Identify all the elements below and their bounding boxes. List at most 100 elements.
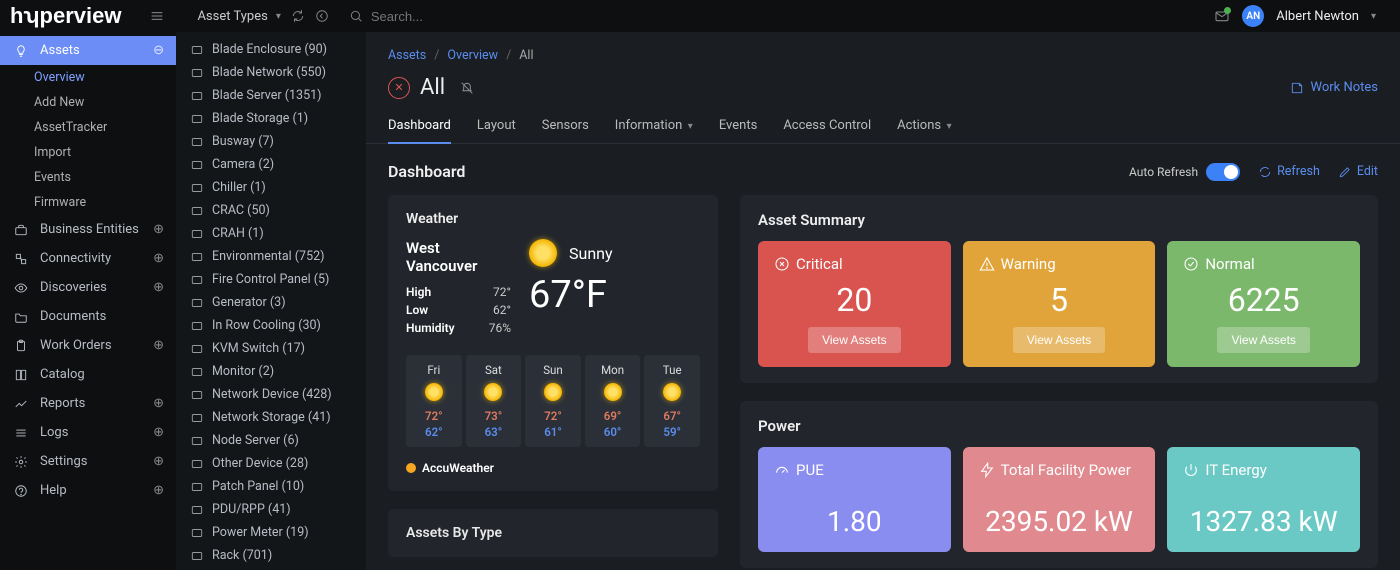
plus-icon[interactable]: ⊕: [153, 280, 164, 295]
nav-discoveries[interactable]: Discoveries⊕: [0, 273, 176, 302]
weather-location: West Vancouver: [406, 239, 511, 275]
asset-type-item[interactable]: Node Server (6): [176, 429, 366, 452]
nav-sub-overview[interactable]: Overview: [0, 65, 176, 90]
avatar[interactable]: AN: [1242, 5, 1264, 27]
asset-type-item[interactable]: Blade Enclosure (90): [176, 38, 366, 61]
asset-type-item[interactable]: CRAH (1): [176, 222, 366, 245]
link-icon: [14, 252, 30, 266]
back-icon[interactable]: [315, 9, 329, 23]
asset-type-item[interactable]: Blade Server (1351): [176, 84, 366, 107]
nav-connectivity[interactable]: Connectivity⊕: [0, 244, 176, 273]
tab-sensors[interactable]: Sensors: [542, 112, 589, 143]
view-normal-button[interactable]: View Assets: [1217, 327, 1309, 353]
view-warning-button[interactable]: View Assets: [1013, 327, 1105, 353]
plus-icon[interactable]: ⊕: [153, 396, 164, 411]
chevron-down-icon: ▾: [276, 11, 281, 22]
book-icon: [14, 368, 30, 382]
forecast-row: Fri72°62°Sat73°63°Sun72°61°Mon69°60°Tue6…: [406, 355, 700, 447]
bell-off-icon[interactable]: [459, 80, 475, 96]
nav-sub-add-new[interactable]: Add New: [0, 90, 176, 115]
asset-type-item[interactable]: Busway (7): [176, 130, 366, 153]
search[interactable]: [349, 9, 1214, 24]
collapse-icon[interactable]: ⊖: [153, 43, 164, 58]
device-icon: [190, 319, 204, 333]
nav-reports[interactable]: Reports⊕: [0, 389, 176, 418]
device-icon: [190, 158, 204, 172]
tab-layout[interactable]: Layout: [477, 112, 516, 143]
view-critical-button[interactable]: View Assets: [808, 327, 900, 353]
eye-icon: [14, 281, 30, 295]
nav-settings[interactable]: Settings⊕: [0, 447, 176, 476]
plus-icon[interactable]: ⊕: [153, 425, 164, 440]
plus-icon[interactable]: ⊕: [153, 483, 164, 498]
asset-type-item[interactable]: Camera (2): [176, 153, 366, 176]
tab-information[interactable]: Information ▾: [615, 112, 693, 143]
tab-access-control[interactable]: Access Control: [783, 112, 871, 143]
nav-assets[interactable]: Assets ⊖: [0, 36, 176, 65]
nav-sub-assettracker[interactable]: AssetTracker: [0, 115, 176, 140]
nav-help[interactable]: Help⊕: [0, 476, 176, 505]
tab-events[interactable]: Events: [719, 112, 757, 143]
device-icon: [190, 526, 204, 540]
plus-icon[interactable]: ⊕: [153, 454, 164, 469]
search-input[interactable]: [371, 9, 671, 24]
asset-type-item[interactable]: Power Meter (19): [176, 521, 366, 544]
asset-type-item[interactable]: PDU/RPP (41): [176, 498, 366, 521]
asset-type-item[interactable]: Network Storage (41): [176, 406, 366, 429]
chevron-down-icon[interactable]: ▾: [1371, 11, 1376, 22]
nav-documents[interactable]: Documents: [0, 302, 176, 331]
tab-actions[interactable]: Actions ▾: [897, 112, 952, 143]
plus-icon[interactable]: ⊕: [153, 251, 164, 266]
asset-type-item[interactable]: Rack (701): [176, 544, 366, 567]
plus-icon[interactable]: ⊕: [153, 338, 164, 353]
forecast-day: Sun72°61°: [525, 355, 581, 447]
nav-sub-events[interactable]: Events: [0, 165, 176, 190]
auto-refresh: Auto Refresh: [1129, 163, 1240, 181]
nav-logs[interactable]: Logs⊕: [0, 418, 176, 447]
asset-type-item[interactable]: Fire Control Panel (5): [176, 268, 366, 291]
refresh-icon: [1258, 165, 1272, 179]
critical-count: 20: [774, 281, 935, 319]
device-icon: [190, 181, 204, 195]
work-notes-button[interactable]: Work Notes: [1290, 80, 1378, 95]
nav-sub-firmware[interactable]: Firmware: [0, 190, 176, 215]
breadcrumb-assets[interactable]: Assets: [388, 48, 426, 63]
auto-refresh-toggle[interactable]: [1206, 163, 1240, 181]
close-icon[interactable]: ✕: [388, 77, 410, 99]
username[interactable]: Albert Newton: [1276, 9, 1359, 24]
breadcrumb-overview[interactable]: Overview: [447, 48, 498, 63]
gauge-icon: [774, 462, 790, 478]
nav-work-orders[interactable]: Work Orders⊕: [0, 331, 176, 360]
tab-dashboard[interactable]: Dashboard: [388, 112, 451, 143]
refresh-icon[interactable]: [291, 9, 305, 23]
refresh-button[interactable]: Refresh: [1258, 164, 1320, 179]
menu-toggle-icon[interactable]: [149, 8, 165, 24]
asset-type-item[interactable]: Blade Network (550): [176, 61, 366, 84]
asset-type-item[interactable]: Generator (3): [176, 291, 366, 314]
asset-type-item[interactable]: Chiller (1): [176, 176, 366, 199]
plus-icon[interactable]: ⊕: [153, 222, 164, 237]
normal-card: Normal 6225 View Assets: [1167, 241, 1360, 367]
asset-type-item[interactable]: Environmental (752): [176, 245, 366, 268]
asset-summary-panel: Asset Summary Critical 20 View Assets Wa…: [740, 195, 1378, 383]
asset-type-item[interactable]: KVM Switch (17): [176, 337, 366, 360]
total-facility-power-card: Total Facility Power 2395.02 kW: [963, 447, 1156, 552]
nav-catalog[interactable]: Catalog: [0, 360, 176, 389]
list-icon: [14, 426, 30, 440]
folder-icon: [14, 310, 30, 324]
nav-business-entities[interactable]: Business Entities⊕: [0, 215, 176, 244]
mail-icon[interactable]: [1214, 8, 1230, 24]
panel-title[interactable]: Asset Types ▾: [197, 9, 280, 24]
asset-type-item[interactable]: Network Device (428): [176, 383, 366, 406]
asset-type-item[interactable]: Blade Storage (1): [176, 107, 366, 130]
sun-icon: [425, 383, 443, 401]
edit-button[interactable]: Edit: [1338, 164, 1378, 179]
asset-type-item[interactable]: Other Device (28): [176, 452, 366, 475]
asset-type-item[interactable]: Monitor (2): [176, 360, 366, 383]
asset-type-item[interactable]: In Row Cooling (30): [176, 314, 366, 337]
asset-type-item[interactable]: CRAC (50): [176, 199, 366, 222]
nav-sub-import[interactable]: Import: [0, 140, 176, 165]
accuweather-icon: [406, 463, 416, 473]
search-icon: [349, 9, 363, 23]
asset-type-item[interactable]: Patch Panel (10): [176, 475, 366, 498]
